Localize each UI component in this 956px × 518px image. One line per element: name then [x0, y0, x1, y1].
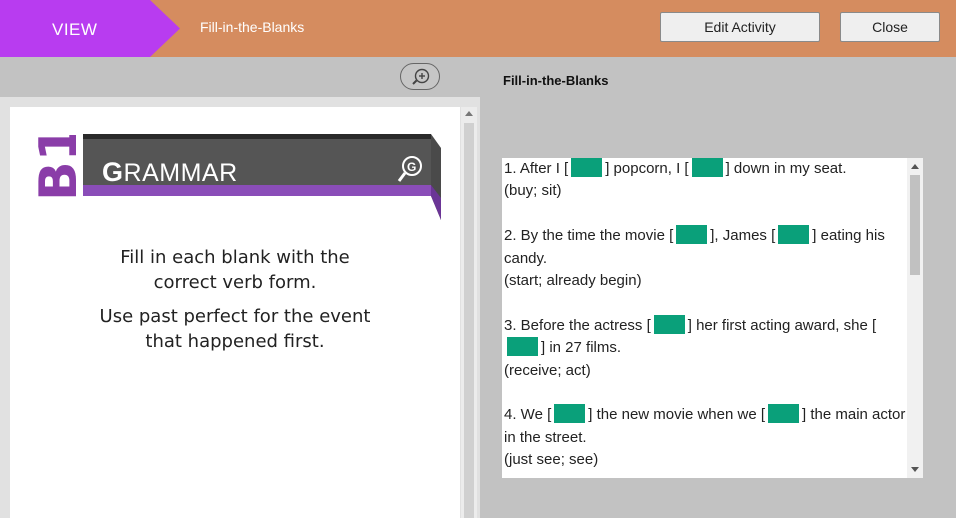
grammar-banner-rest: RAMMAR — [123, 159, 238, 187]
question-text: 3. Before the actress [ — [504, 316, 651, 334]
answer-blank[interactable] — [554, 404, 586, 424]
question-item: 3. Before the actress [ ] her first actin… — [504, 314, 906, 382]
question-list: 1. After I [ ] popcorn, I [ ] down in my s… — [504, 158, 906, 478]
question-hint: (buy; sit) — [504, 182, 562, 200]
activity-panel-title: Fill-in-the-Blanks — [503, 73, 609, 88]
answer-blank[interactable] — [676, 225, 708, 245]
answer-blank[interactable] — [768, 404, 800, 424]
activity-title: Fill-in-the-Blanks — [200, 19, 305, 35]
question-item: 4. We [] the new movie when we [] the ma… — [504, 404, 906, 471]
preview-card: B1 GRAMMAR G Fill in each blank with the… — [10, 107, 460, 518]
instruction-line: Fill in each blank with the — [120, 247, 350, 268]
scroll-down-arrow-icon[interactable] — [911, 467, 919, 472]
edit-activity-button[interactable]: Edit Activity — [660, 12, 820, 42]
question-hint: (start; already begin) — [504, 272, 642, 290]
grammar-search-icon: G — [397, 156, 422, 182]
question-text: ] in 27 films. — [541, 339, 622, 357]
instruction-text-1: Fill in each blank with the correct verb… — [10, 245, 460, 295]
question-text: 4. We [ — [504, 406, 552, 424]
question-text: ] the new movie when we [ — [588, 406, 766, 424]
view-tab: VIEW — [0, 0, 180, 57]
instruction-text-2: Use past perfect for the event that happ… — [10, 304, 460, 354]
zoom-in-button[interactable] — [400, 63, 440, 90]
grammar-banner-title: GRAMMAR — [102, 157, 238, 187]
scroll-up-arrow-icon[interactable] — [465, 111, 473, 116]
scrollbar-thumb[interactable] — [464, 123, 474, 518]
instruction-line: correct verb form. — [153, 272, 317, 293]
instruction-line: that happened first. — [145, 331, 325, 352]
question-scrollbar[interactable] — [907, 158, 923, 478]
preview-panel: B1 GRAMMAR G Fill in each blank with the… — [0, 97, 480, 518]
scrollbar-thumb[interactable] — [910, 175, 920, 275]
b1-level-badge: B1 — [32, 135, 82, 201]
question-hint: (receive; act) — [504, 361, 591, 379]
question-item: 1. After I [ ] popcorn, I [ ] down in my s… — [504, 158, 906, 203]
instruction-line: Use past perfect for the event — [99, 306, 371, 327]
question-text: ], James [ — [710, 227, 776, 245]
question-text: ] her first acting award, she [ — [687, 316, 877, 334]
zoom-in-icon — [412, 68, 430, 85]
answer-blank[interactable] — [571, 158, 603, 177]
question-text: ] popcorn, I [ — [605, 160, 689, 177]
scroll-up-arrow-icon[interactable] — [911, 164, 919, 169]
answer-blank[interactable] — [778, 225, 810, 245]
preview-scrollbar[interactable] — [461, 107, 477, 518]
answer-blank[interactable] — [507, 337, 538, 357]
level-badge-text: B1 — [32, 135, 82, 201]
question-hint: (just see; see) — [504, 451, 599, 469]
question-box: 1. After I [ ] popcorn, I [ ] down in my s… — [502, 158, 923, 478]
svg-text:G: G — [407, 160, 416, 174]
question-text: 1. After I [ — [504, 160, 569, 177]
question-item: 2. By the time the movie [], James [] ea… — [504, 225, 906, 292]
answer-blank[interactable] — [691, 158, 723, 177]
question-text: 2. By the time the movie [ — [504, 227, 674, 245]
question-text: ] down in my seat. — [725, 160, 847, 177]
answer-blank[interactable] — [653, 314, 685, 334]
top-bar: VIEW Fill-in-the-Blanks Edit Activity Cl… — [0, 0, 956, 57]
view-label: VIEW — [52, 20, 98, 39]
close-button[interactable]: Close — [840, 12, 940, 42]
